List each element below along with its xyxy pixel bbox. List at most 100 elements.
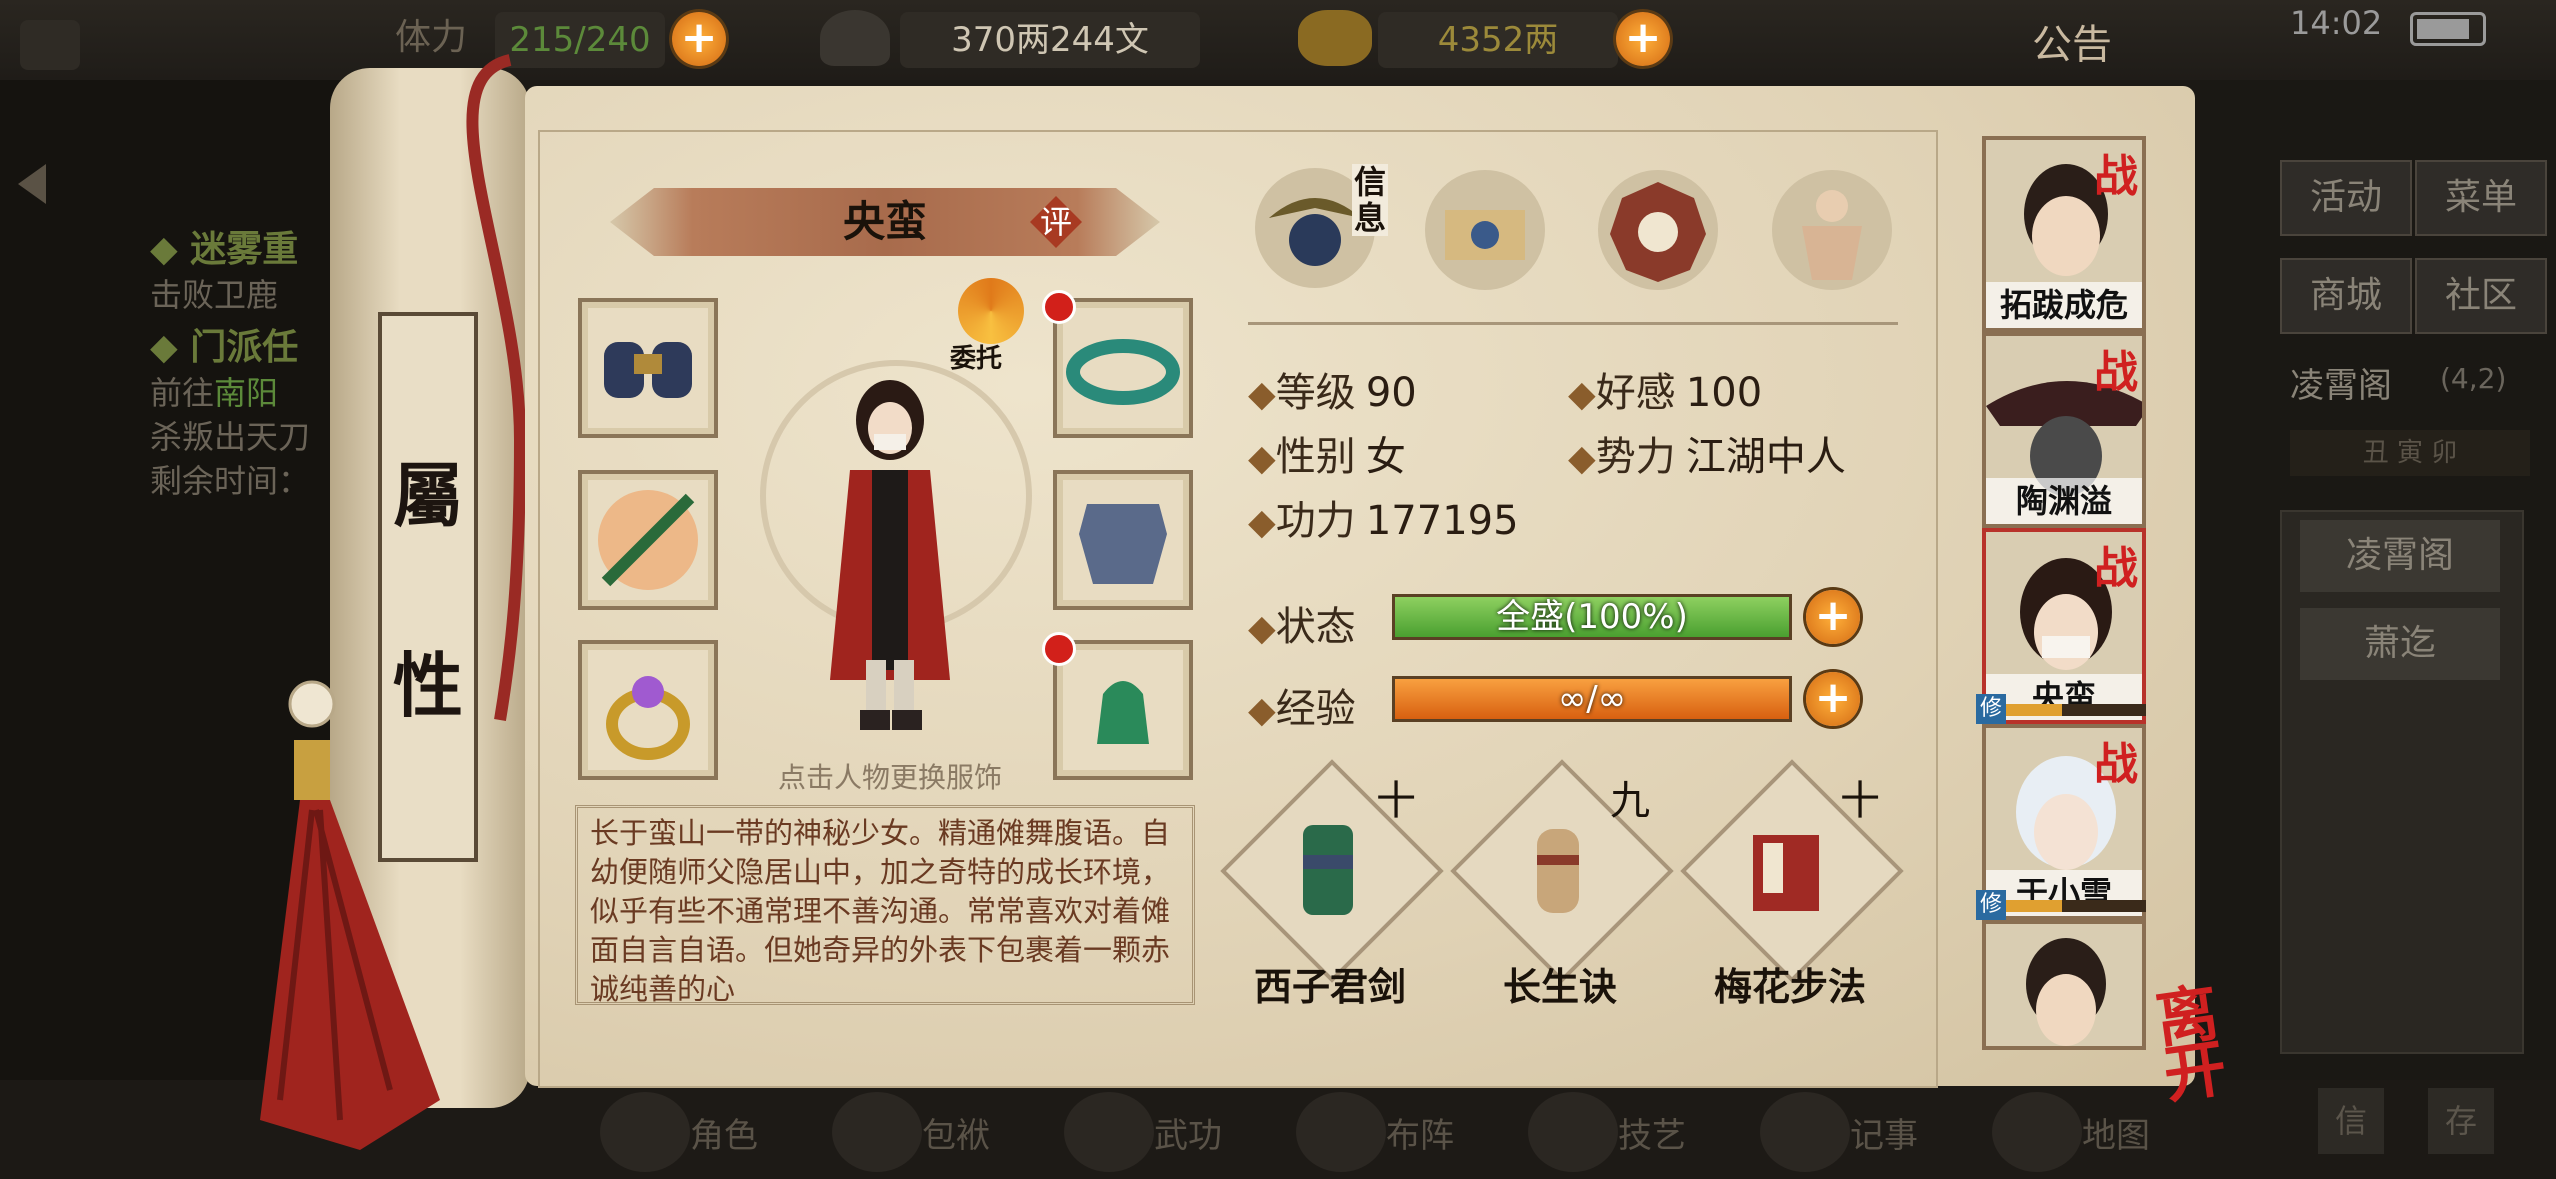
add-gold-button[interactable]: +: [1616, 12, 1670, 66]
stat-faction: ◆势力 江湖中人: [1568, 434, 1846, 480]
notice-button[interactable]: 公告: [2032, 12, 2112, 70]
notify-dot: [1042, 290, 1076, 324]
silver-icon: [820, 10, 890, 66]
stat-exp-label: ◆经验: [1248, 686, 1356, 732]
party-member-4[interactable]: 战 于小雪: [1982, 724, 2146, 920]
notify-dot: [1042, 632, 1076, 666]
bottom-right-button-2[interactable]: 存: [2428, 1088, 2494, 1154]
cultivate-badge: 修: [1976, 890, 2006, 920]
tab-bagua[interactable]: [1598, 170, 1718, 290]
restore-status-button[interactable]: +: [1806, 590, 1860, 644]
shop-button[interactable]: 商城: [2280, 258, 2412, 334]
stat-gender: ◆性别 女: [1248, 434, 1406, 480]
skill-level-2: 九: [1610, 778, 1650, 824]
location-button-1[interactable]: 凌霄阁: [2300, 520, 2500, 592]
party-member-1[interactable]: 战 拓跋成危: [1982, 136, 2146, 332]
skill-name-1: 西子君剑: [1253, 965, 1406, 1009]
battle-badge: 战: [2094, 739, 2138, 790]
back-icon[interactable]: [20, 20, 80, 70]
location-coords: (4,2): [2440, 362, 2507, 395]
ring-icon: [606, 676, 690, 760]
scroll-icon: [1537, 829, 1579, 913]
bagua-icon: [1610, 182, 1706, 282]
clock: 14:02: [2290, 4, 2383, 42]
party-member-name: 陶渊溢: [1986, 478, 2142, 524]
skill-name-2: 长生诀: [1502, 965, 1617, 1009]
party-member-2[interactable]: 战 陶渊溢: [1982, 332, 2146, 528]
collapse-arrow-icon[interactable]: [18, 164, 46, 204]
equip-slot-belt[interactable]: [1053, 298, 1193, 438]
cultivate-bar: [2006, 704, 2146, 716]
formation-icon: [1296, 1092, 1386, 1172]
equip-slot-armor[interactable]: [1053, 470, 1193, 610]
exp-bar: ∞/∞: [1392, 676, 1792, 722]
activity-button[interactable]: 活动: [2280, 160, 2412, 236]
add-exp-button[interactable]: +: [1806, 672, 1860, 726]
change-outfit-hint[interactable]: 点击人物更换服饰: [760, 756, 1020, 796]
muscle-icon: [1802, 190, 1862, 280]
battle-badge: 战: [2094, 543, 2138, 594]
party-member-name: 拓跋成危: [1986, 282, 2142, 328]
armor-icon: [1079, 504, 1167, 584]
character-figure[interactable]: [780, 360, 1000, 750]
tab-map[interactable]: [1425, 170, 1545, 290]
nav-formation[interactable]: 布阵: [1296, 1090, 1454, 1174]
stat-affinity: ◆好感 100: [1568, 370, 1763, 416]
journal-icon: [1760, 1092, 1850, 1172]
menu-button[interactable]: 菜单: [2415, 160, 2547, 236]
party-member-5[interactable]: [1982, 920, 2146, 1050]
nav-craft[interactable]: 技艺: [1528, 1090, 1686, 1174]
location-button-2[interactable]: 萧迄: [2300, 608, 2500, 680]
portrait-icon: [2026, 938, 2106, 1046]
tab-info-label[interactable]: 信息: [1352, 164, 1388, 236]
location-name: 凌霄阁: [2290, 366, 2392, 406]
cultivate-bar: [2006, 900, 2146, 912]
martial-icon: [1064, 1092, 1154, 1172]
bag-icon: [832, 1092, 922, 1172]
tassel-icon: [260, 54, 527, 1150]
bottom-nav-items: 角色 包袱 武功 布阵 技艺 记事 地图: [600, 1090, 2150, 1174]
battle-badge: 战: [2094, 347, 2138, 398]
nav-map[interactable]: 地图: [1992, 1090, 2150, 1174]
party-member-3[interactable]: 战 央蛮: [1982, 528, 2146, 724]
skill-name-3: 梅花步法: [1713, 965, 1866, 1009]
leave-button[interactable]: 离开: [2151, 976, 2278, 1112]
equip-slot-bell[interactable]: [1053, 640, 1193, 780]
map-icon: [1992, 1092, 2082, 1172]
nav-martial[interactable]: 武功: [1064, 1090, 1222, 1174]
gold-icon: [1298, 10, 1372, 66]
belt-icon: [1066, 339, 1180, 405]
bell-icon: [1097, 681, 1149, 744]
tab-body[interactable]: [1772, 170, 1892, 290]
sword-scroll-icon: [1303, 825, 1353, 915]
stat-power: ◆功力 177195: [1248, 498, 1519, 544]
craft-icon: [1528, 1092, 1618, 1172]
nav-bag[interactable]: 包袱: [832, 1090, 990, 1174]
battery-icon: [2410, 12, 2486, 46]
equip-slot-binoculars[interactable]: [578, 298, 718, 438]
silver-value: 370两244文: [900, 12, 1200, 68]
flute-icon: [598, 490, 698, 590]
divider: [1248, 322, 1898, 325]
skill-level-1: 十: [1376, 778, 1416, 824]
nav-role[interactable]: 角色: [600, 1090, 758, 1174]
binoculars-icon: [604, 342, 692, 398]
stat-status-label: ◆状态: [1248, 604, 1356, 650]
equip-slot-flute[interactable]: [578, 470, 718, 610]
community-button[interactable]: 社区: [2415, 258, 2547, 334]
gold-value: 4352两: [1378, 12, 1618, 68]
character-name: 央蛮: [842, 197, 927, 246]
cultivate-badge: 修: [1976, 694, 2006, 724]
entrust-icon[interactable]: [958, 278, 1024, 344]
role-icon: [600, 1092, 690, 1172]
equip-slot-ring[interactable]: [578, 640, 718, 780]
time-bar: 丑 寅 卯: [2290, 430, 2530, 476]
add-stamina-button[interactable]: +: [672, 12, 726, 66]
scroll-map-icon: [1445, 210, 1525, 260]
battle-badge: 战: [2094, 151, 2138, 202]
nav-journal[interactable]: 记事: [1760, 1090, 1918, 1174]
character-description: 长于蛮山一带的神秘少女。精通傩舞腹语。自幼便随师父隐居山中，加之奇特的成长环境，…: [575, 805, 1195, 1005]
status-bar: 全盛(100%): [1392, 594, 1792, 640]
skill-level-3: 十: [1840, 778, 1880, 824]
bottom-right-button-1[interactable]: 信: [2318, 1088, 2384, 1154]
